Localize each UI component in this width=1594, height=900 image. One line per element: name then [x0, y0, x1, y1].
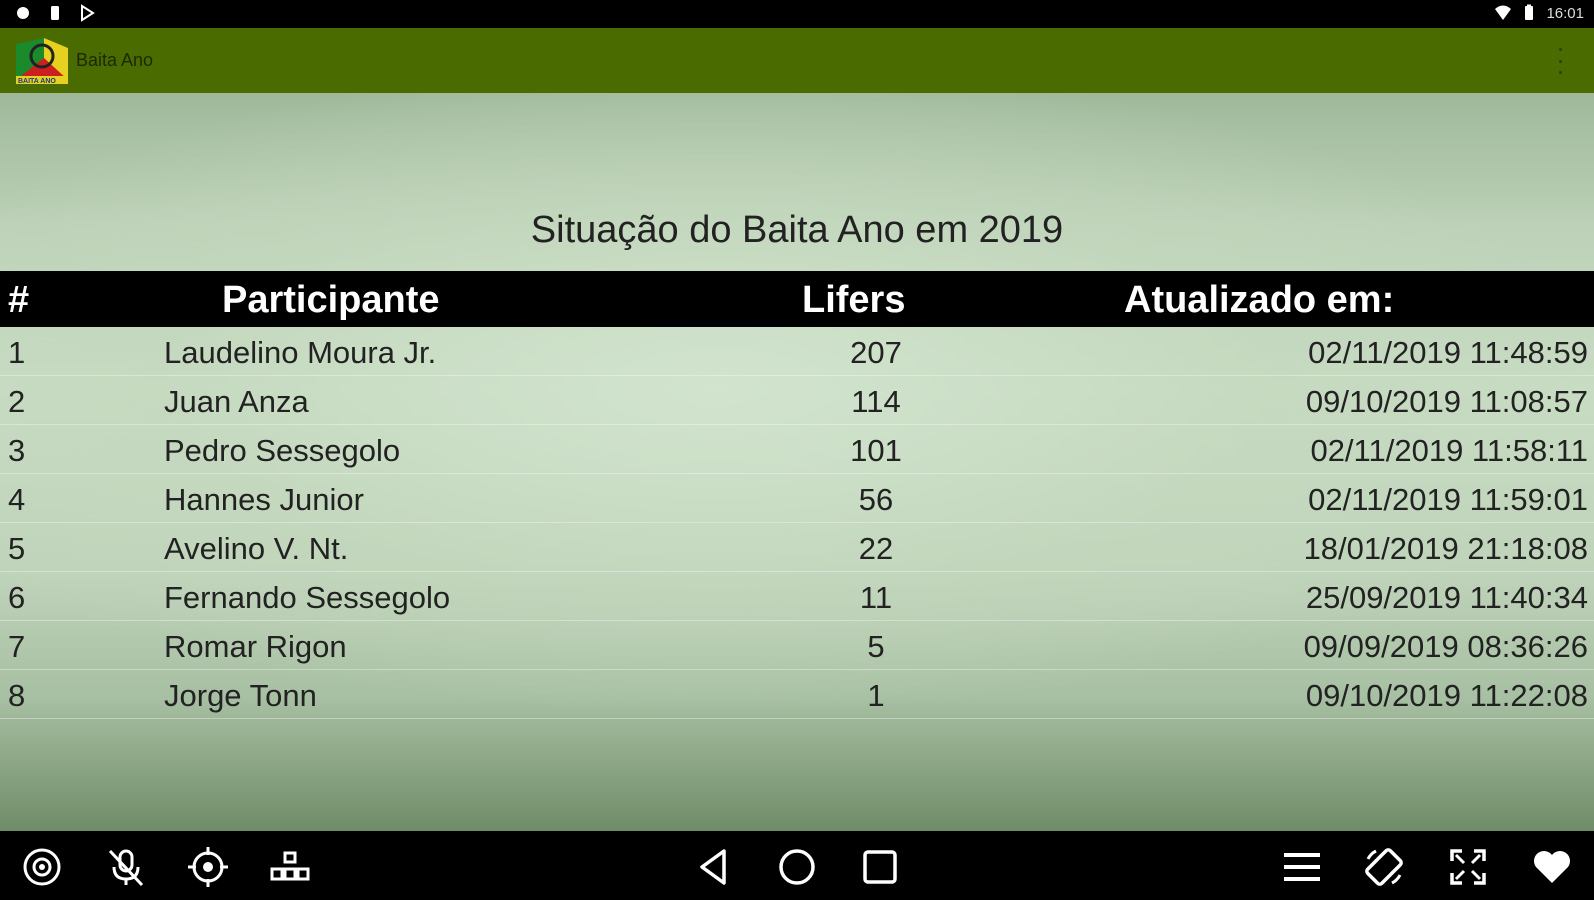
- row-rank: 5: [8, 531, 26, 566]
- rotate-icon[interactable]: [1362, 845, 1406, 889]
- row-participant: Avelino V. Nt.: [164, 531, 349, 566]
- recents-icon[interactable]: [858, 845, 902, 889]
- status-notifications: [14, 4, 96, 22]
- header-rank: #: [8, 279, 30, 321]
- row-rank: 7: [8, 629, 26, 664]
- row-rank: 2: [8, 384, 26, 419]
- table-row[interactable]: 5 Avelino V. Nt. 22 18/01/2019 21:18:08: [0, 523, 1594, 572]
- row-lifers: 11: [859, 580, 893, 615]
- notification-shield-icon: [14, 4, 32, 22]
- row-updated: 09/10/2019 11:22:08: [1305, 678, 1588, 713]
- status-time: 16:01: [1546, 4, 1584, 22]
- app-bar: BAITA ANO Baita Ano: [0, 28, 1594, 93]
- overflow-menu-button[interactable]: [1556, 48, 1564, 74]
- table-header: # Participante Lifers Atualizado em:: [0, 271, 1594, 327]
- battery-icon: [1520, 4, 1538, 22]
- ranking-table: 1 Laudelino Moura Jr. 207 02/11/2019 11:…: [0, 327, 1594, 719]
- row-rank: 8: [8, 678, 26, 713]
- table-row[interactable]: 6 Fernando Sessegolo 11 25/09/2019 11:40…: [0, 572, 1594, 621]
- row-participant: Fernando Sessegolo: [164, 580, 451, 615]
- row-lifers: 101: [850, 433, 902, 468]
- header-updated: Atualizado em:: [1124, 279, 1395, 321]
- row-participant: Hannes Junior: [164, 482, 364, 517]
- row-lifers: 5: [867, 629, 885, 664]
- row-rank: 1: [8, 335, 26, 370]
- row-lifers: 1: [867, 678, 885, 713]
- row-rank: 3: [8, 433, 26, 468]
- row-updated: 09/10/2019 11:08:57: [1305, 384, 1588, 419]
- row-lifers: 22: [858, 531, 894, 566]
- favorite-icon[interactable]: [1530, 845, 1574, 889]
- camera-icon[interactable]: [20, 845, 64, 889]
- row-updated: 02/11/2019 11:59:01: [1308, 482, 1588, 517]
- row-participant: Jorge Tonn: [164, 678, 317, 713]
- table-row[interactable]: 3 Pedro Sessegolo 101 02/11/2019 11:58:1…: [0, 425, 1594, 474]
- row-updated: 02/11/2019 11:58:11: [1310, 433, 1588, 468]
- home-icon[interactable]: [775, 845, 819, 889]
- row-updated: 25/09/2019 11:40:34: [1305, 580, 1588, 615]
- table-row[interactable]: 1 Laudelino Moura Jr. 207 02/11/2019 11:…: [0, 327, 1594, 376]
- mic-off-icon[interactable]: [104, 845, 148, 889]
- row-lifers: 114: [851, 384, 901, 419]
- row-rank: 4: [8, 482, 26, 517]
- row-participant: Romar Rigon: [164, 629, 347, 664]
- row-updated: 18/01/2019 21:18:08: [1303, 531, 1588, 566]
- row-participant: Laudelino Moura Jr.: [164, 335, 437, 370]
- header-participant: Participante: [222, 279, 440, 321]
- row-participant: Pedro Sessegolo: [164, 433, 401, 468]
- header-lifers: Lifers: [802, 279, 906, 321]
- page-title: Situação do Baita Ano em 2019: [530, 209, 1064, 251]
- notification-sd-icon: [46, 4, 64, 22]
- row-updated: 02/11/2019 11:48:59: [1308, 335, 1588, 370]
- status-system: 16:01: [1494, 4, 1584, 22]
- table-row[interactable]: 8 Jorge Tonn 1 09/10/2019 11:22:08: [0, 670, 1594, 719]
- svg-text:BAITA ANO: BAITA ANO: [18, 78, 56, 85]
- keymap-icon[interactable]: [268, 845, 312, 889]
- wifi-icon: [1494, 4, 1512, 22]
- app-logo: BAITA ANO: [14, 34, 70, 86]
- row-updated: 09/09/2019 08:36:26: [1303, 629, 1588, 664]
- fullscreen-icon[interactable]: [1446, 845, 1490, 889]
- row-lifers: 56: [858, 482, 894, 517]
- table-row[interactable]: 7 Romar Rigon 5 09/09/2019 08:36:26: [0, 621, 1594, 670]
- back-icon[interactable]: [692, 845, 736, 889]
- status-bar: 16:01: [0, 0, 1594, 28]
- table-row[interactable]: 2 Juan Anza 114 09/10/2019 11:08:57: [0, 376, 1594, 425]
- main-content: Situação do Baita Ano em 2019 # Particip…: [0, 93, 1594, 831]
- row-participant: Juan Anza: [164, 384, 309, 419]
- row-rank: 6: [8, 580, 26, 615]
- notification-play-store-icon: [78, 4, 96, 22]
- menu-icon[interactable]: [1280, 845, 1324, 889]
- app-title: Baita Ano: [76, 50, 154, 70]
- location-icon[interactable]: [186, 845, 230, 889]
- navigation-bar: [0, 831, 1594, 900]
- table-row[interactable]: 4 Hannes Junior 56 02/11/2019 11:59:01: [0, 474, 1594, 523]
- android-screen: 16:01 BAITA ANO Baita Ano Situação do Ba…: [0, 0, 1594, 900]
- row-lifers: 207: [850, 335, 902, 370]
